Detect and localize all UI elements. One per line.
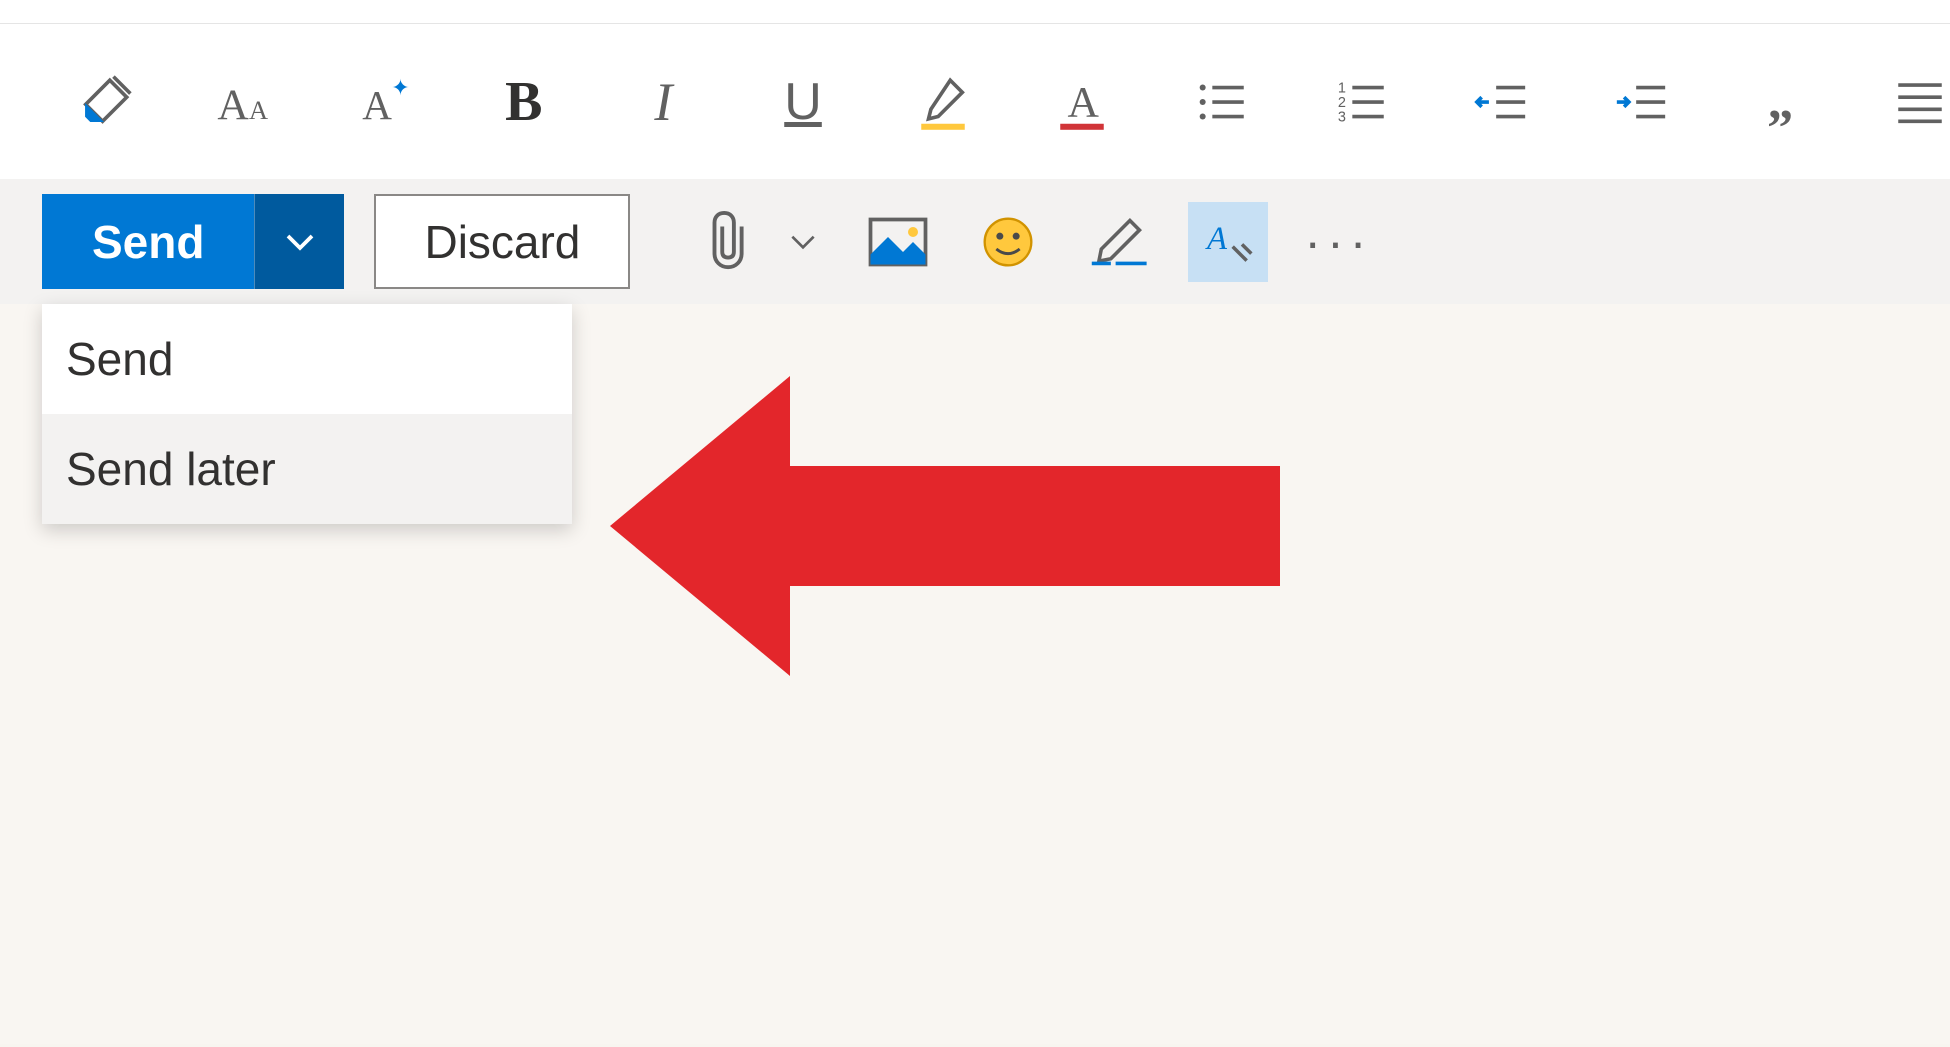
decrease-indent-button[interactable] (1471, 67, 1531, 137)
show-formatting-button[interactable]: A (1188, 202, 1268, 282)
svg-text:A: A (249, 94, 268, 124)
paperclip-icon (704, 211, 756, 273)
underline-icon: U (784, 72, 822, 132)
bold-button[interactable]: B (494, 67, 554, 137)
attach-group (690, 202, 828, 282)
italic-icon: I (654, 71, 672, 133)
attach-dropdown-button[interactable] (778, 202, 828, 282)
formatting-options-icon: A (1200, 214, 1256, 270)
format-painter-icon (76, 73, 134, 131)
highlight-button[interactable] (913, 67, 973, 137)
font-color-button[interactable]: A (1052, 67, 1112, 137)
formatting-toolbar: A A A ✦ B I U A (0, 24, 1950, 179)
alignment-icon (1891, 73, 1949, 131)
increase-indent-button[interactable] (1611, 67, 1671, 137)
highlight-icon (914, 73, 972, 131)
chevron-down-icon (282, 224, 318, 260)
more-icon: ··· (1304, 213, 1372, 271)
bullets-button[interactable] (1192, 67, 1252, 137)
clear-formatting-icon: A ✦ (355, 73, 413, 131)
insert-picture-button[interactable] (858, 202, 938, 282)
emoji-button[interactable] (968, 202, 1048, 282)
numbering-button[interactable]: 1 2 3 (1332, 67, 1392, 137)
italic-button[interactable]: I (634, 67, 694, 137)
picture-icon (868, 217, 928, 267)
svg-text:A: A (362, 81, 392, 127)
alignment-button[interactable] (1890, 67, 1950, 137)
quote-icon: „ (1768, 72, 1794, 131)
send-dropdown-menu: Send Send later (42, 304, 572, 524)
discard-button[interactable]: Discard (374, 194, 630, 289)
font-color-icon: A (1053, 73, 1111, 131)
chevron-down-icon (787, 226, 819, 258)
svg-text:✦: ✦ (391, 74, 409, 99)
svg-text:A: A (218, 80, 250, 128)
send-menu-item-send-later[interactable]: Send later (42, 414, 572, 524)
svg-text:3: 3 (1337, 109, 1345, 125)
send-split-button: Send (42, 194, 344, 289)
format-painter-button[interactable] (75, 67, 135, 137)
send-menu-item-send[interactable]: Send (42, 304, 572, 414)
bold-icon: B (505, 70, 542, 134)
send-dropdown-button[interactable] (254, 194, 344, 289)
action-toolbar: Send Discard (0, 179, 1950, 304)
bullets-icon (1193, 73, 1251, 131)
font-size-icon: A A (215, 73, 273, 131)
svg-text:A: A (1068, 78, 1100, 126)
compose-content-area: Send Send later (0, 304, 1950, 1044)
numbering-icon: 1 2 3 (1333, 73, 1391, 131)
underline-button[interactable]: U (773, 67, 833, 137)
signature-button[interactable] (1078, 202, 1158, 282)
quote-button[interactable]: „ (1751, 67, 1811, 137)
increase-indent-icon (1612, 73, 1670, 131)
signature-icon (1087, 214, 1149, 270)
clear-formatting-button[interactable]: A ✦ (354, 67, 414, 137)
emoji-icon (980, 214, 1036, 270)
send-button[interactable]: Send (42, 194, 254, 289)
annotation-arrow-icon (610, 366, 1290, 686)
top-border-area (0, 0, 1950, 24)
decrease-indent-icon (1472, 73, 1530, 131)
attach-button[interactable] (690, 202, 770, 282)
font-size-button[interactable]: A A (215, 67, 275, 137)
svg-text:A: A (1205, 221, 1228, 257)
more-options-button[interactable]: ··· (1298, 202, 1378, 282)
